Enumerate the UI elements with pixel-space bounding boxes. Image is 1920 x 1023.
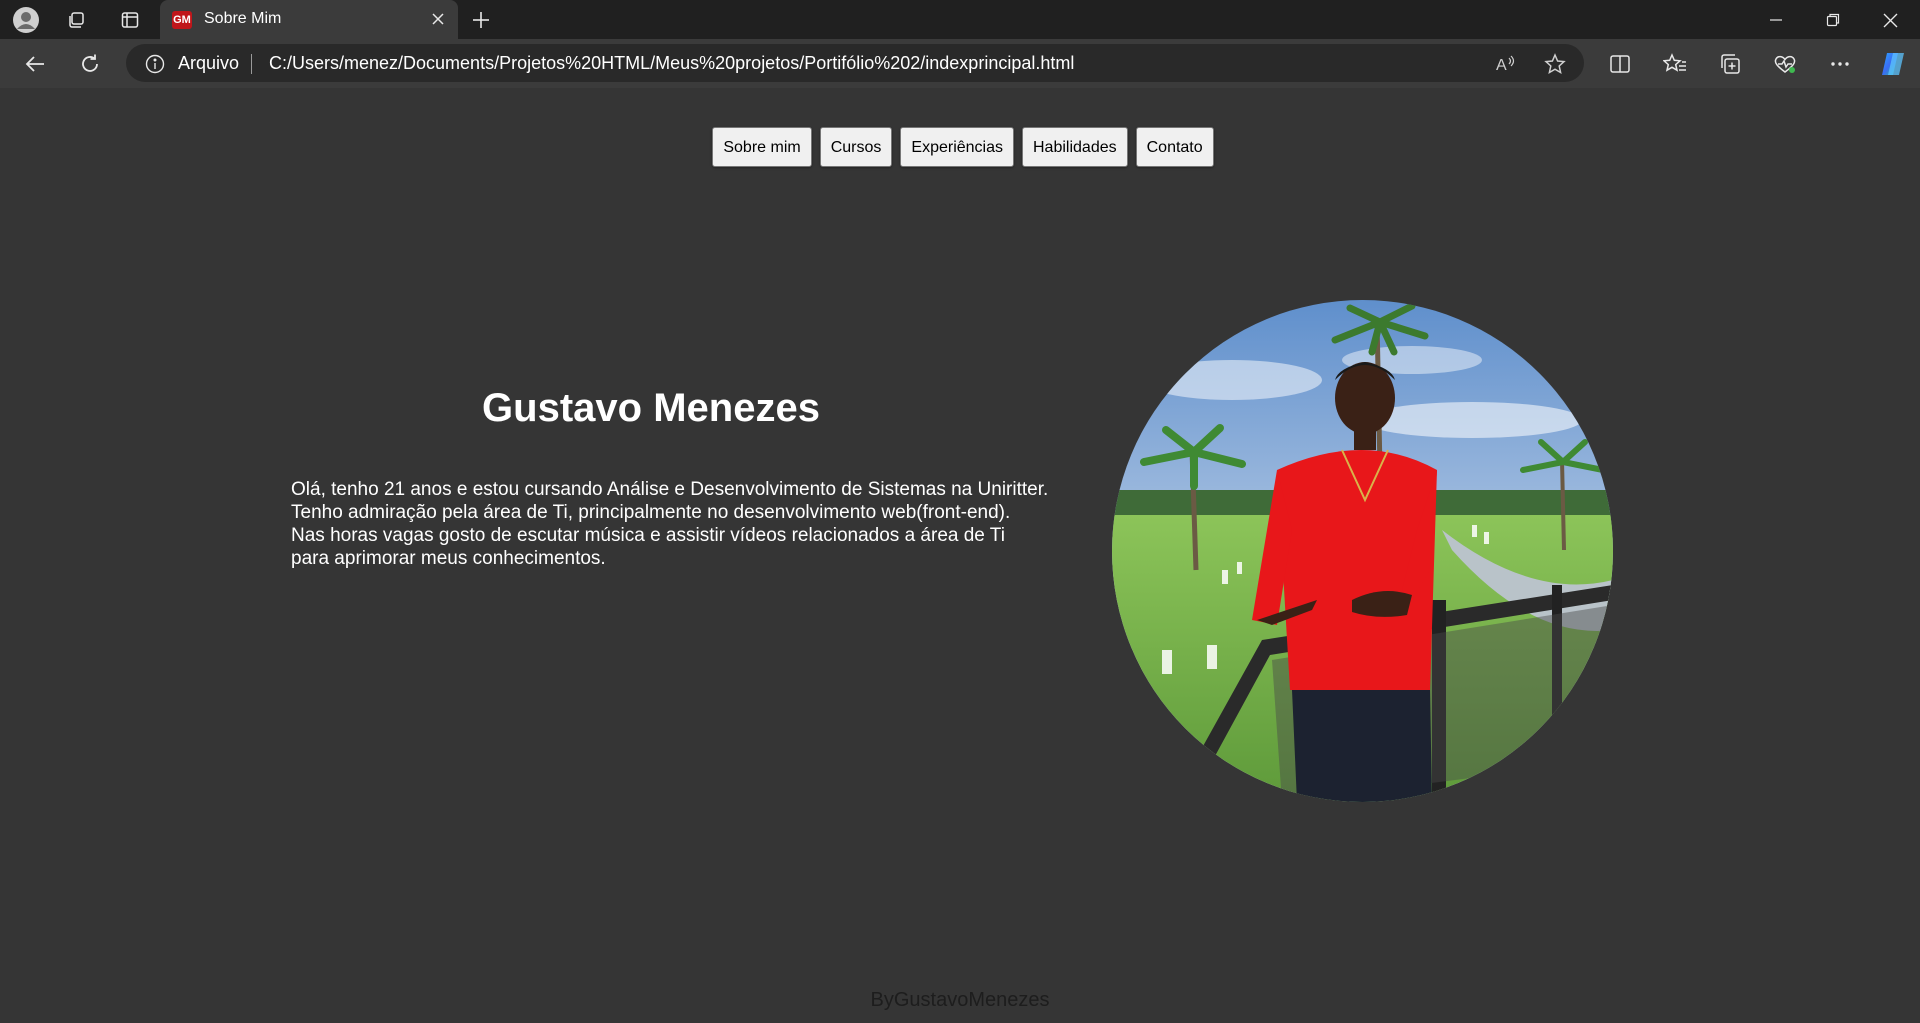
close-icon[interactable]	[426, 7, 450, 31]
nav-button-habilidades[interactable]: Habilidades	[1022, 127, 1128, 167]
bio-line: Olá, tenho 21 anos e estou cursando Anál…	[291, 479, 1049, 500]
browser-toolbar: Arquivo C:/Users/menez/Documents/Projeto…	[0, 39, 1920, 88]
refresh-icon[interactable]	[75, 49, 105, 79]
site-info-label[interactable]: Arquivo	[178, 53, 239, 74]
profile-photo	[1112, 300, 1613, 802]
footer-credit: ByGustavoMenezes	[870, 989, 1050, 1011]
new-tab-icon[interactable]	[468, 7, 494, 33]
url-text[interactable]: C:/Users/menez/Documents/Projetos%20HTML…	[269, 53, 1074, 74]
tab-actions-icon[interactable]	[118, 8, 142, 32]
workspaces-icon[interactable]	[64, 8, 88, 32]
bio-text: Olá, tenho 21 anos e estou cursando Anál…	[291, 478, 1111, 570]
more-icon[interactable]	[1825, 49, 1855, 79]
bio-line: Nas horas vagas gosto de escutar música …	[291, 525, 1005, 546]
window-close-icon[interactable]	[1876, 6, 1904, 34]
page-title: Gustavo Menezes	[482, 386, 820, 430]
browser-essentials-icon[interactable]	[1770, 49, 1800, 79]
restore-icon[interactable]	[1819, 6, 1847, 34]
back-icon[interactable]	[20, 49, 50, 79]
site-favicon: GM	[172, 11, 192, 29]
split-screen-icon[interactable]	[1605, 49, 1635, 79]
nav-button-cursos[interactable]: Cursos	[819, 127, 893, 167]
info-icon[interactable]	[144, 53, 166, 75]
copilot-icon[interactable]	[1876, 47, 1910, 81]
nav-button-contato[interactable]: Contato	[1135, 127, 1214, 167]
tab-strip: GM Sobre Mim	[0, 0, 1920, 39]
favorites-icon[interactable]	[1660, 49, 1690, 79]
address-bar[interactable]: Arquivo C:/Users/menez/Documents/Projeto…	[126, 44, 1584, 82]
profile-icon[interactable]	[12, 6, 40, 34]
collections-icon[interactable]	[1715, 49, 1745, 79]
read-aloud-icon[interactable]: A	[1492, 51, 1518, 77]
address-divider	[251, 54, 252, 74]
minimize-icon[interactable]	[1762, 6, 1790, 34]
tab-sobre-mim[interactable]: GM Sobre Mim	[160, 0, 458, 39]
nav-button-experiencias[interactable]: Experiências	[900, 127, 1014, 167]
main-nav: Sobre mim Cursos Experiências Habilidade…	[0, 127, 1920, 167]
bio-line: Tenho admiração pela área de Ti, princip…	[291, 502, 1011, 523]
bio-line: para aprimorar meus conhecimentos.	[291, 548, 606, 569]
svg-text:A: A	[1496, 57, 1507, 74]
tab-title: Sobre Mim	[204, 10, 282, 27]
favorite-star-icon[interactable]	[1542, 51, 1568, 77]
nav-button-sobre-mim[interactable]: Sobre mim	[712, 127, 812, 167]
